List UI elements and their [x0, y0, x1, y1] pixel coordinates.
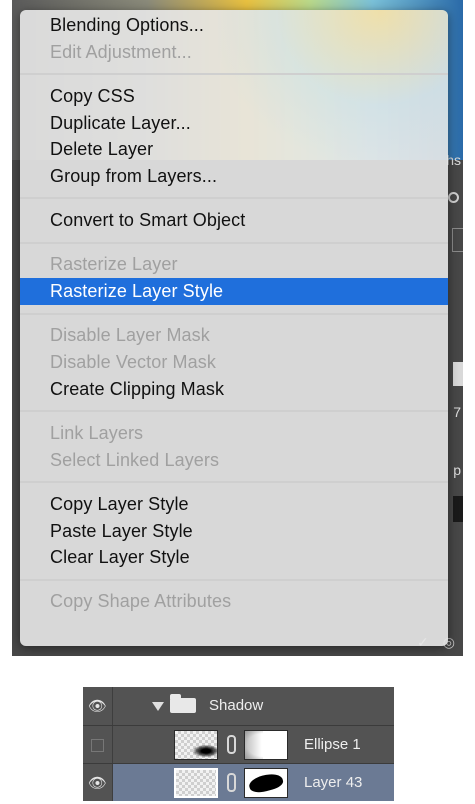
link-chain-icon[interactable] [227, 735, 236, 754]
photoshop-screenshot: hs 7 p ✓ ◎ Blending Options...Edit Adjus… [12, 0, 463, 656]
panel-thumbnail[interactable] [453, 496, 463, 522]
menu-item[interactable]: Copy CSS [20, 83, 448, 110]
layer-row-ellipse[interactable]: Ellipse 1 [83, 726, 394, 764]
panel-edge-text: 7 [453, 404, 461, 420]
layer-thumbnail[interactable] [174, 730, 218, 760]
visibility-toggle[interactable]: 👁 [83, 687, 113, 725]
layer-name: Ellipse 1 [304, 736, 361, 753]
layer-context-menu: Blending Options... Edit Adjustment... Cop… [20, 10, 448, 646]
panel-edge-text: hs [446, 152, 461, 168]
layers-panel: 👁 Shadow Ellipse 1 👁 Layer 43 [83, 687, 394, 801]
menu-item[interactable]: Paste Layer Style [20, 518, 448, 545]
menu-item[interactable]: Create Clipping Mask [20, 376, 448, 403]
layer-name: Layer 43 [304, 774, 363, 791]
eye-icon: 👁 [87, 698, 108, 715]
menu-item[interactable]: Rasterize Layer Style [20, 278, 448, 306]
layer-mask-thumbnail[interactable] [244, 730, 288, 760]
menu-separator [20, 578, 448, 581]
link-chain-icon[interactable] [227, 773, 236, 792]
menu-item[interactable]: Blending Options... [20, 12, 448, 39]
layer-group-row[interactable]: 👁 Shadow [83, 687, 394, 725]
eye-icon: 👁 [87, 775, 108, 792]
layer-row-layer43[interactable]: 👁 Layer 43 [83, 764, 394, 801]
menu-item[interactable]: Clear Layer Style [20, 544, 448, 571]
mask-shape [247, 770, 285, 796]
layer-thumbnail[interactable] [174, 768, 218, 798]
menu-item: Select Linked Layers [50, 449, 220, 470]
menu-item: Disable Layer Mask [50, 325, 210, 346]
menu-separator [20, 197, 448, 200]
folder-icon [170, 694, 196, 713]
menu-separator [20, 481, 448, 484]
menu-separator [20, 73, 448, 76]
panel-swatch[interactable] [453, 362, 463, 386]
shadow-blob [193, 745, 217, 757]
menu-separator [20, 410, 448, 413]
menu-item[interactable]: Duplicate Layer... [20, 110, 448, 137]
menu-item: Copy Shape Attributes [50, 591, 232, 612]
panel-edge-text: p [453, 462, 461, 478]
menu-item: Link Layers [50, 422, 144, 443]
menu-item: Edit Adjustment... [50, 41, 192, 62]
menu-item: Disable Vector Mask [50, 352, 216, 372]
visibility-empty-box [91, 738, 104, 752]
menu-item[interactable]: Group from Layers... [20, 163, 448, 190]
visibility-toggle[interactable] [83, 726, 113, 764]
menu-item[interactable]: Copy Layer Style [20, 491, 448, 518]
menu-item: Rasterize Layer [50, 254, 178, 275]
group-name: Shadow [209, 697, 264, 714]
triangle-down-icon[interactable] [152, 702, 164, 711]
visibility-toggle[interactable]: 👁 [83, 764, 113, 801]
layer-mask-thumbnail[interactable] [244, 768, 288, 798]
panel-field[interactable] [452, 228, 463, 252]
menu-separator [20, 312, 448, 315]
menu-item[interactable]: Convert to Smart Object [20, 207, 448, 234]
menu-item[interactable]: Delete Layer [20, 136, 448, 163]
panel-radio-icon[interactable] [448, 192, 459, 203]
menu-separator [20, 241, 448, 244]
